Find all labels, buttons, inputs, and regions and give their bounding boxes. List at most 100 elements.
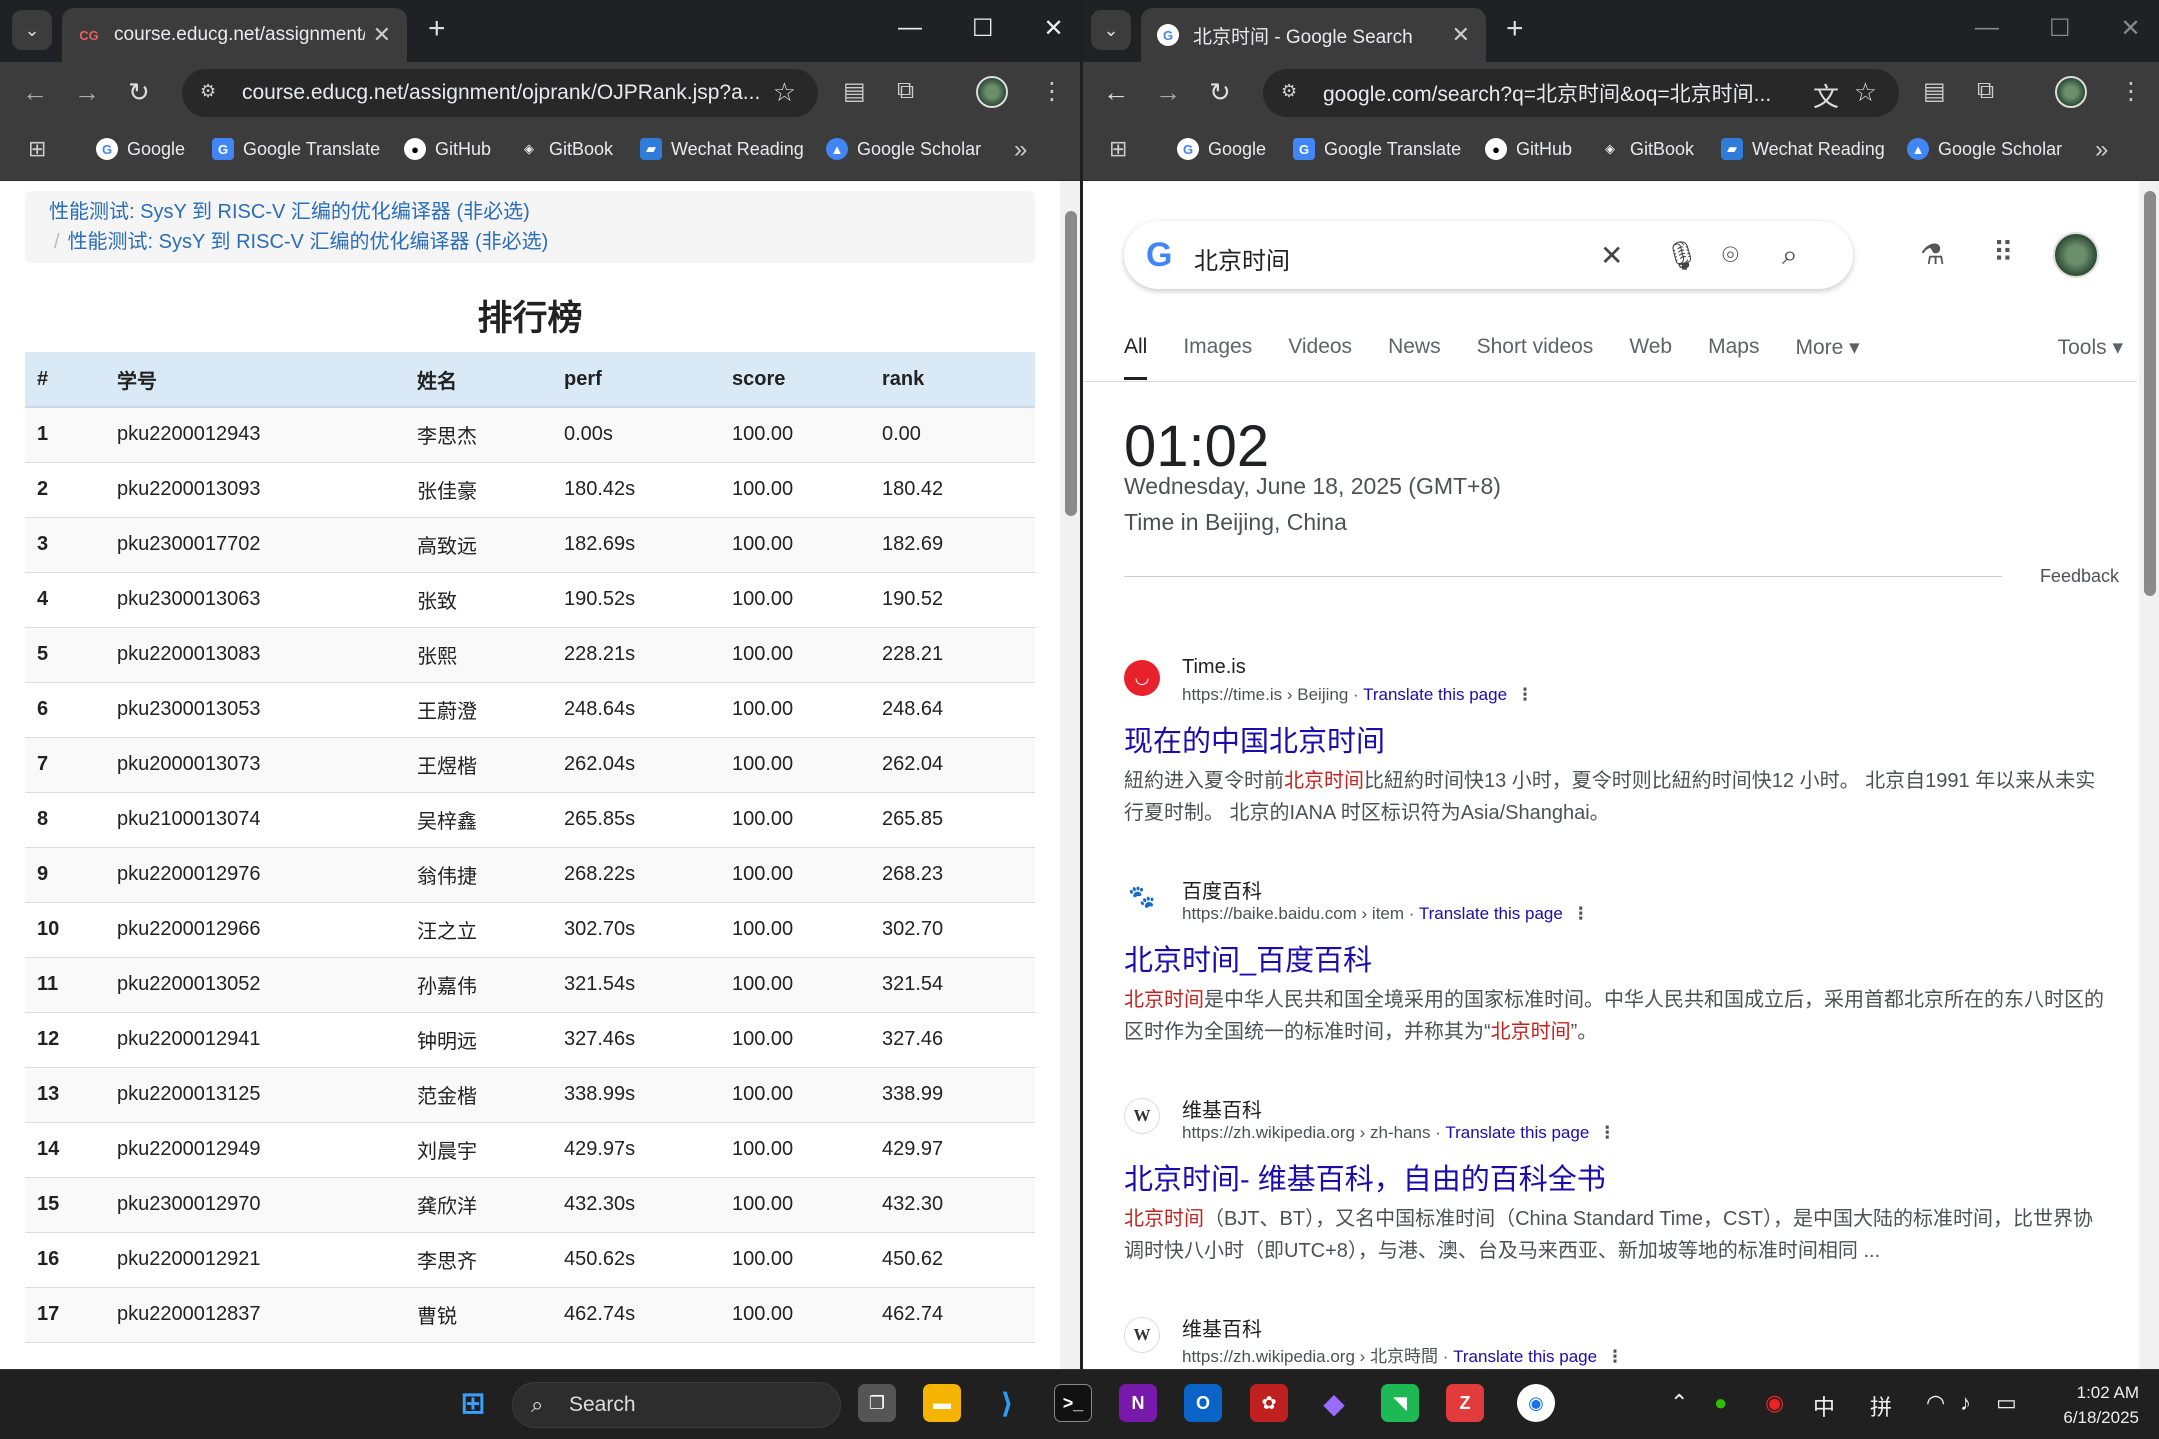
right-scrollbar[interactable] bbox=[2139, 181, 2159, 1369]
tab-videos[interactable]: Videos bbox=[1288, 335, 1352, 380]
more-options-icon[interactable]: ⋮ bbox=[1517, 685, 1534, 704]
close-window-icon[interactable]: ✕ bbox=[1044, 14, 1064, 43]
menu-icon[interactable]: ⋮ bbox=[2119, 77, 2143, 106]
reload-icon[interactable]: ↻ bbox=[1209, 77, 1231, 107]
start-icon[interactable]: ⊞ bbox=[454, 1384, 492, 1422]
tab-all[interactable]: All bbox=[1124, 335, 1148, 380]
address-bar[interactable]: ⚙ google.com/search?q=北京时间&oq=北京时间... 文 … bbox=[1263, 69, 1899, 117]
cite-url[interactable]: https://zh.wikipedia.org › 北京時間 bbox=[1182, 1347, 1438, 1366]
apps-icon[interactable]: ⊞ bbox=[28, 136, 46, 162]
menu-icon[interactable]: ⋮ bbox=[1040, 77, 1064, 106]
bookmark-gitbook[interactable]: ◈ GitBook bbox=[518, 138, 613, 160]
more-bookmarks-icon[interactable]: » bbox=[1014, 136, 1027, 164]
cite-url[interactable]: https://baike.baidu.com › item bbox=[1182, 904, 1404, 923]
result-title[interactable]: 现在的中国北京时间 bbox=[1124, 718, 1385, 760]
tab-search-button[interactable]: ⌄ bbox=[12, 10, 52, 50]
google-search-box[interactable]: G 北京时间 ✕ 🎙 ⌾ ⌕ bbox=[1124, 221, 1853, 289]
tab-active[interactable]: G 北京时间 - Google Search ✕ bbox=[1141, 8, 1486, 62]
apps-icon[interactable]: ⊞ bbox=[1109, 136, 1127, 162]
minimize-icon[interactable]: — bbox=[898, 14, 922, 43]
obsidian-icon[interactable]: ◆ bbox=[1315, 1384, 1353, 1422]
more-bookmarks-icon[interactable]: » bbox=[2095, 136, 2108, 164]
maximize-icon[interactable]: ☐ bbox=[2049, 14, 2071, 43]
forward-icon[interactable]: → bbox=[1155, 77, 1181, 107]
taskbar-search[interactable]: ⌕ Search bbox=[512, 1382, 841, 1428]
reload-icon[interactable]: ↻ bbox=[128, 77, 150, 107]
tab-maps[interactable]: Maps bbox=[1708, 335, 1759, 380]
app-green-icon[interactable]: ◥ bbox=[1381, 1384, 1419, 1422]
result-source[interactable]: 维基百科 bbox=[1182, 1094, 1262, 1123]
scroll-thumb[interactable] bbox=[1065, 211, 1077, 516]
new-tab-button[interactable]: + bbox=[428, 14, 446, 44]
col-header[interactable]: rank bbox=[870, 352, 1035, 408]
google-logo-icon[interactable]: G bbox=[1146, 237, 1172, 273]
bookmark-google[interactable]: G Google bbox=[96, 138, 185, 160]
netease-music-icon[interactable]: ◉ bbox=[1765, 1390, 1784, 1416]
microphone-icon[interactable]: 🎙 bbox=[1664, 239, 1700, 272]
translate-link[interactable]: Translate this page bbox=[1363, 685, 1507, 704]
volume-icon[interactable]: ♪ bbox=[1960, 1390, 1971, 1416]
tab-more[interactable]: More ▾ bbox=[1795, 335, 1859, 380]
tab-active[interactable]: CG course.educg.net/assignment/o ✕ bbox=[62, 8, 407, 62]
address-bar[interactable]: ⚙ course.educg.net/assignment/ojprank/OJ… bbox=[182, 69, 818, 117]
ime-language-indicator[interactable]: 中 bbox=[1813, 1390, 1835, 1422]
col-header[interactable]: # bbox=[25, 352, 105, 408]
show-hidden-icons[interactable]: ⌃ bbox=[1670, 1390, 1688, 1416]
bookmark-wechat-reading[interactable]: ▰ Wechat Reading bbox=[1721, 138, 1885, 160]
maximize-icon[interactable]: ☐ bbox=[972, 14, 994, 43]
new-tab-button[interactable]: + bbox=[1506, 14, 1524, 44]
site-info-icon[interactable]: ⚙ bbox=[1281, 81, 1305, 105]
labs-flask-icon[interactable]: ⚗ bbox=[1920, 238, 1945, 271]
tab-news[interactable]: News bbox=[1388, 335, 1441, 380]
close-window-icon[interactable]: ✕ bbox=[2121, 14, 2141, 43]
cite-url[interactable]: https://zh.wikipedia.org › zh-hans bbox=[1182, 1123, 1431, 1142]
back-icon[interactable]: ← bbox=[1103, 77, 1129, 107]
tools-button[interactable]: Tools ▾ bbox=[2058, 335, 2123, 360]
bookmark-star-icon[interactable]: ☆ bbox=[773, 77, 796, 108]
close-tab-icon[interactable]: ✕ bbox=[1452, 22, 1470, 48]
zotero-icon[interactable]: Z bbox=[1446, 1384, 1484, 1422]
minimize-icon[interactable]: — bbox=[1975, 14, 1999, 43]
outlook-icon[interactable]: O bbox=[1184, 1384, 1222, 1422]
feedback-link[interactable]: Feedback bbox=[2040, 566, 2119, 587]
terminal-icon[interactable]: >_ bbox=[1054, 1384, 1092, 1422]
bookmark-google-scholar[interactable]: ▲ Google Scholar bbox=[826, 138, 981, 160]
col-header[interactable]: 学号 bbox=[105, 352, 405, 408]
clear-icon[interactable]: ✕ bbox=[1600, 239, 1623, 272]
result-source[interactable]: 百度百科 bbox=[1182, 875, 1262, 904]
translate-link[interactable]: Translate this page bbox=[1453, 1347, 1597, 1366]
cite-url[interactable]: https://time.is › Beijing bbox=[1182, 685, 1348, 704]
bookmark-github[interactable]: ● GitHub bbox=[404, 138, 491, 160]
more-options-icon[interactable]: ⋮ bbox=[1607, 1347, 1624, 1366]
bookmark-google-translate[interactable]: G Google Translate bbox=[212, 138, 380, 160]
col-header[interactable]: score bbox=[720, 352, 870, 408]
bookmark-github[interactable]: ● GitHub bbox=[1485, 138, 1572, 160]
site-info-icon[interactable]: ⚙ bbox=[200, 81, 224, 105]
bookmark-gitbook[interactable]: ◈ GitBook bbox=[1599, 138, 1694, 160]
bookmark-wechat-reading[interactable]: ▰ Wechat Reading bbox=[640, 138, 804, 160]
bookmark-google[interactable]: G Google bbox=[1177, 138, 1266, 160]
battery-icon[interactable]: ▭ bbox=[1996, 1390, 2017, 1416]
result-source[interactable]: 维基百科 bbox=[1182, 1313, 1262, 1342]
more-options-icon[interactable]: ⋮ bbox=[1572, 904, 1589, 923]
extensions-icon[interactable]: ⧉ bbox=[897, 77, 914, 105]
col-header[interactable]: 姓名 bbox=[405, 352, 552, 408]
system-clock[interactable]: 1:02 AM 6/18/2025 bbox=[2063, 1380, 2139, 1430]
search-icon[interactable]: ⌕ bbox=[1782, 239, 1798, 272]
result-title[interactable]: 北京时间- 维基百科，自由的百科全书 bbox=[1124, 1156, 1606, 1198]
wifi-icon[interactable]: ◠ bbox=[1926, 1390, 1945, 1416]
translate-link[interactable]: Translate this page bbox=[1419, 904, 1563, 923]
vscode-icon[interactable]: ⟩ bbox=[988, 1384, 1026, 1422]
bookmark-google-scholar[interactable]: ▲ Google Scholar bbox=[1907, 138, 2062, 160]
tab-short-videos[interactable]: Short videos bbox=[1477, 335, 1594, 380]
extensions-icon[interactable]: ⧉ bbox=[1977, 77, 1994, 105]
app-red-icon[interactable]: ✿ bbox=[1250, 1384, 1288, 1422]
more-options-icon[interactable]: ⋮ bbox=[1599, 1123, 1616, 1142]
wechat-icon[interactable]: ● bbox=[1714, 1390, 1727, 1416]
lens-icon[interactable]: ⌾ bbox=[1722, 239, 1739, 272]
breadcrumb-item[interactable]: 性能测试: SysY 到 RISC-V 汇编的优化编译器 (非必选) bbox=[49, 197, 1011, 227]
breadcrumb-item[interactable]: 性能测试: SysY 到 RISC-V 汇编的优化编译器 (非必选) bbox=[68, 231, 549, 253]
col-header[interactable]: perf bbox=[552, 352, 720, 408]
translate-link[interactable]: Translate this page bbox=[1445, 1123, 1589, 1142]
left-scrollbar[interactable] bbox=[1060, 181, 1080, 1369]
